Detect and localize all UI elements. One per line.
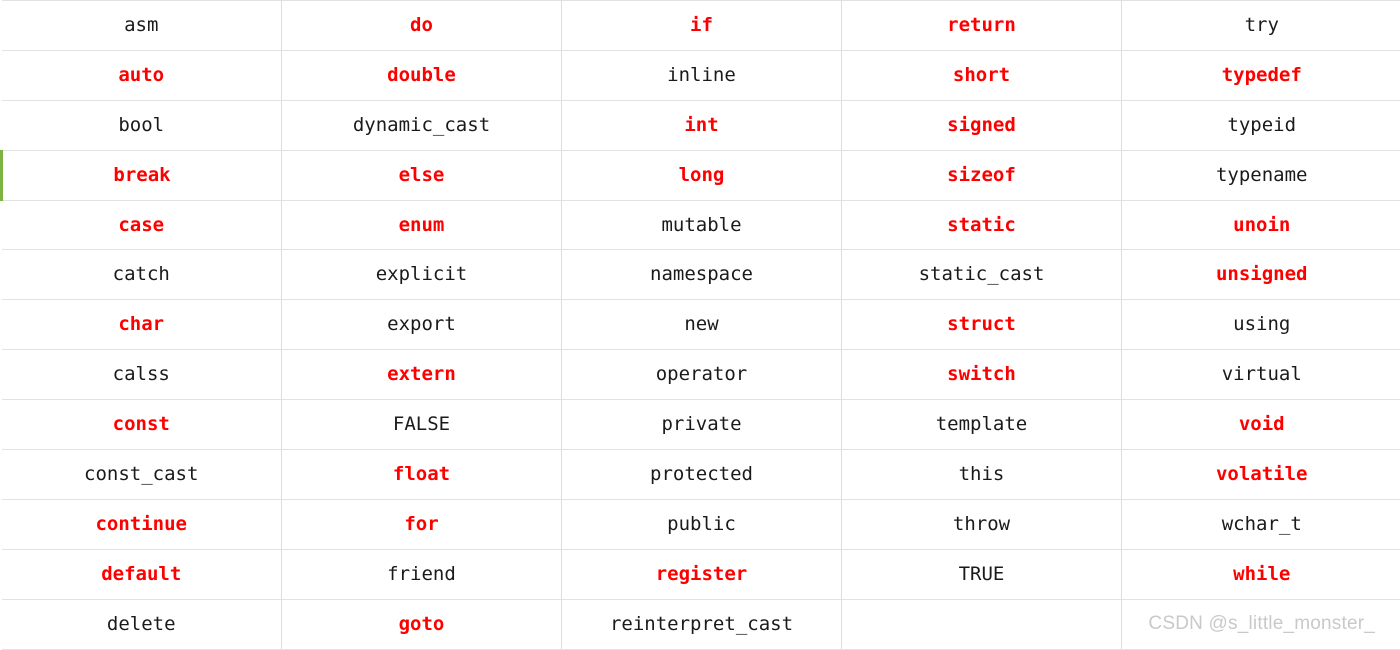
- table-row: catch explicit namespace static_cast uns…: [2, 250, 1400, 300]
- keyword-cell: short: [842, 50, 1122, 100]
- keyword-cell: float: [282, 450, 562, 500]
- keyword-cell: volatile: [1122, 450, 1400, 500]
- keyword-cell: typedef: [1122, 50, 1400, 100]
- table-row: bool dynamic_cast int signed typeid: [2, 100, 1400, 150]
- keyword-cell: unsigned: [1122, 250, 1400, 300]
- table-row: const FALSE private template void: [2, 400, 1400, 450]
- keyword-cell-empty: [842, 599, 1122, 649]
- keyword-cell: TRUE: [842, 549, 1122, 599]
- keyword-cell: const: [2, 400, 282, 450]
- keyword-cell: double: [282, 50, 562, 100]
- keyword-cell: void: [1122, 400, 1400, 450]
- table-row: default friend register TRUE while: [2, 549, 1400, 599]
- table-row: char export new struct using: [2, 300, 1400, 350]
- keyword-cell: public: [562, 499, 842, 549]
- table-row: calss extern operator switch virtual: [2, 350, 1400, 400]
- keyword-cell: mutable: [562, 200, 842, 250]
- keyword-cell: catch: [2, 250, 282, 300]
- keyword-cell: long: [562, 150, 842, 200]
- keyword-cell: typename: [1122, 150, 1400, 200]
- keyword-cell: static_cast: [842, 250, 1122, 300]
- keyword-cell: private: [562, 400, 842, 450]
- keyword-cell: const_cast: [2, 450, 282, 500]
- keyword-cell: delete: [2, 599, 282, 649]
- keyword-cell: int: [562, 100, 842, 150]
- keyword-cell: bool: [2, 100, 282, 150]
- keyword-cell: template: [842, 400, 1122, 450]
- table-row: auto double inline short typedef: [2, 50, 1400, 100]
- table-row: asm do if return try: [2, 1, 1400, 51]
- keyword-cell: export: [282, 300, 562, 350]
- keyword-cell: wchar_t: [1122, 499, 1400, 549]
- keyword-cell: try: [1122, 1, 1400, 51]
- keyword-cell: dynamic_cast: [282, 100, 562, 150]
- keyword-cell: switch: [842, 350, 1122, 400]
- keyword-cell: explicit: [282, 250, 562, 300]
- keyword-cell: protected: [562, 450, 842, 500]
- keyword-cell: for: [282, 499, 562, 549]
- table-row-break-highlighted: break else long sizeof typename: [2, 150, 1400, 200]
- keyword-cell: continue: [2, 499, 282, 549]
- keyword-cell: register: [562, 549, 842, 599]
- keyword-cell: using: [1122, 300, 1400, 350]
- keyword-cell: asm: [2, 1, 282, 51]
- table-row: delete goto reinterpret_cast CSDN @s_lit…: [2, 599, 1400, 649]
- keyword-cell: break: [2, 150, 282, 200]
- keyword-cell: FALSE: [282, 400, 562, 450]
- keyword-cell: reinterpret_cast: [562, 599, 842, 649]
- keyword-cell: calss: [2, 350, 282, 400]
- keyword-cell: if: [562, 1, 842, 51]
- keyword-cell: friend: [282, 549, 562, 599]
- table-row: continue for public throw wchar_t: [2, 499, 1400, 549]
- keyword-cell: namespace: [562, 250, 842, 300]
- keyword-cell: operator: [562, 350, 842, 400]
- keyword-cell: signed: [842, 100, 1122, 150]
- keyword-cell: while: [1122, 549, 1400, 599]
- keyword-cell: new: [562, 300, 842, 350]
- table-row: case enum mutable static unoin: [2, 200, 1400, 250]
- keyword-cell: throw: [842, 499, 1122, 549]
- cpp-keyword-table: asm do if return try auto double inline …: [0, 0, 1400, 650]
- keyword-cell: static: [842, 200, 1122, 250]
- table-row: const_cast float protected this volatile: [2, 450, 1400, 500]
- keyword-cell: inline: [562, 50, 842, 100]
- keyword-cell: goto: [282, 599, 562, 649]
- keyword-cell: this: [842, 450, 1122, 500]
- keyword-cell: do: [282, 1, 562, 51]
- keyword-cell: case: [2, 200, 282, 250]
- keyword-cell: char: [2, 300, 282, 350]
- keyword-cell: enum: [282, 200, 562, 250]
- keyword-cell: sizeof: [842, 150, 1122, 200]
- keyword-cell: return: [842, 1, 1122, 51]
- keyword-cell: auto: [2, 50, 282, 100]
- keyword-cell: default: [2, 549, 282, 599]
- keyword-cell: virtual: [1122, 350, 1400, 400]
- keyword-cell: typeid: [1122, 100, 1400, 150]
- keyword-cell: struct: [842, 300, 1122, 350]
- keyword-table-body: asm do if return try auto double inline …: [2, 1, 1400, 650]
- keyword-cell: unoin: [1122, 200, 1400, 250]
- watermark: CSDN @s_little_monster_: [1122, 599, 1400, 649]
- keyword-cell: else: [282, 150, 562, 200]
- keyword-cell: extern: [282, 350, 562, 400]
